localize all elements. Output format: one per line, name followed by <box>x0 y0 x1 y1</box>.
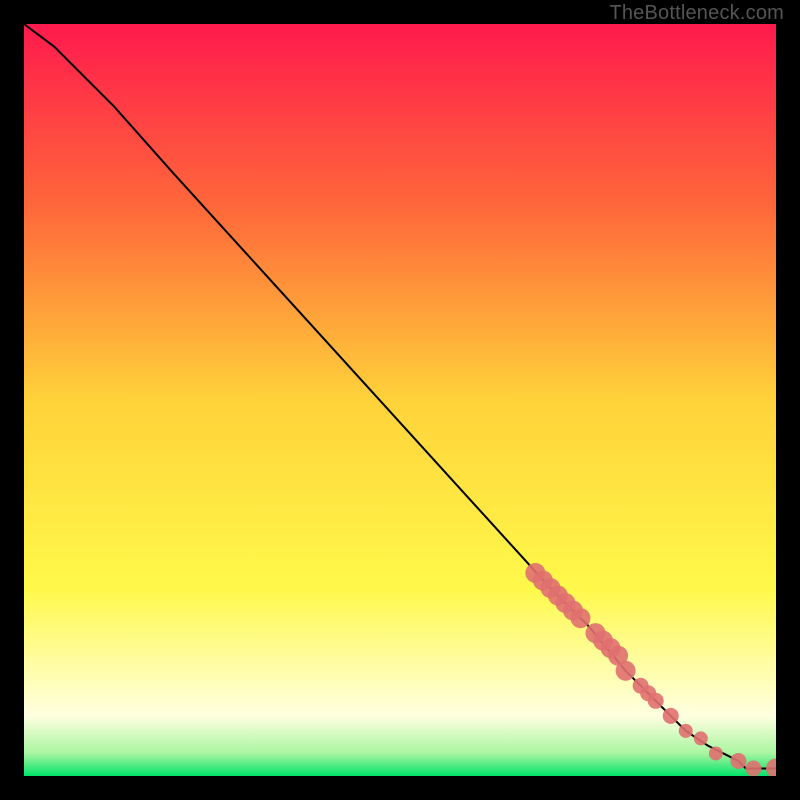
data-point <box>663 708 679 724</box>
attribution-text: TheBottleneck.com <box>609 2 784 25</box>
data-point <box>709 746 723 760</box>
data-point <box>648 693 664 709</box>
chart-frame: TheBottleneck.com <box>0 0 800 800</box>
data-point <box>694 731 708 745</box>
plot-area <box>24 24 776 776</box>
chart-svg <box>24 24 776 776</box>
data-point <box>745 760 761 776</box>
gradient-background <box>24 24 776 776</box>
data-point <box>730 753 746 769</box>
data-point <box>570 608 590 628</box>
data-point <box>616 661 636 681</box>
data-point <box>679 724 693 738</box>
